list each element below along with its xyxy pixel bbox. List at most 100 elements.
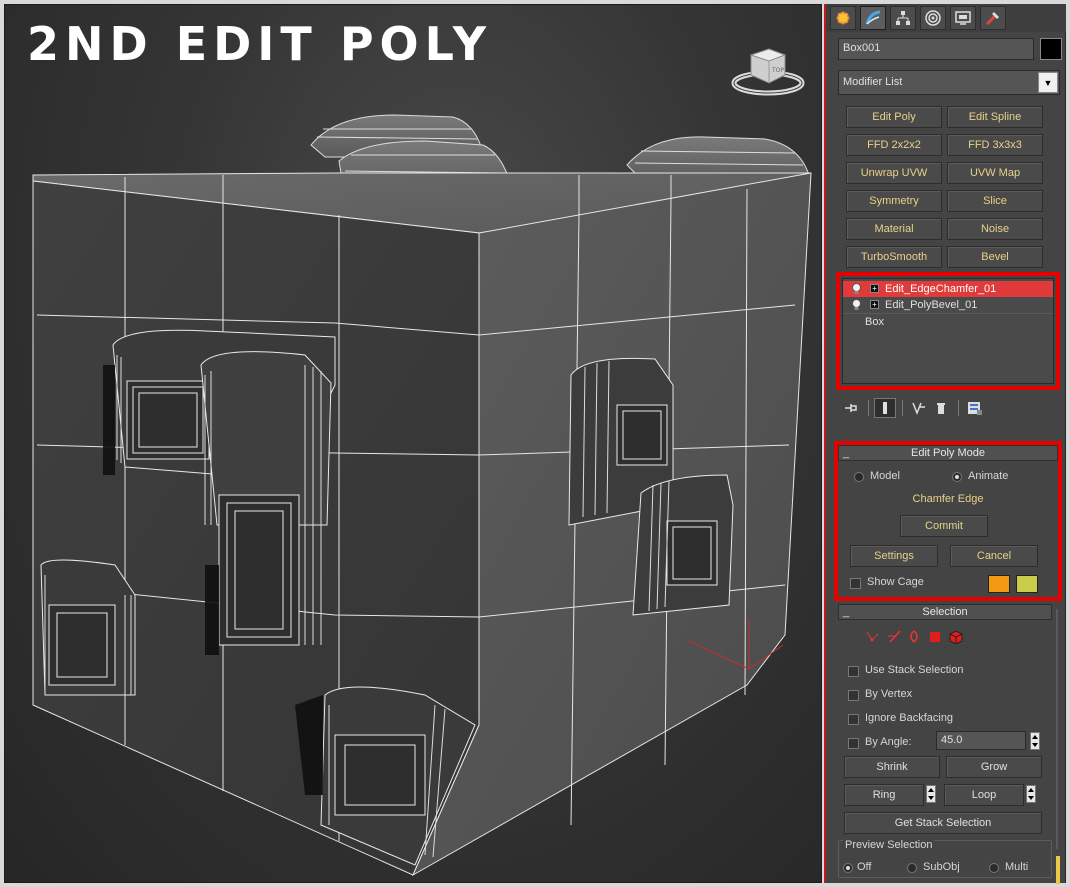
modifier-button-material[interactable]: Material bbox=[846, 218, 942, 240]
preview-off-radio[interactable] bbox=[843, 863, 853, 873]
ignore-backfacing-label: Ignore Backfacing bbox=[865, 712, 954, 724]
modifier-button-unwrap-uvw[interactable]: Unwrap UVW bbox=[846, 162, 942, 184]
modifier-button-slice[interactable]: Slice bbox=[947, 190, 1043, 212]
preview-multi-radio[interactable] bbox=[989, 863, 999, 873]
show-cage-label: Show Cage bbox=[867, 576, 924, 588]
stack-item-label: Box bbox=[865, 316, 884, 328]
display-icon bbox=[955, 11, 971, 25]
modify-icon bbox=[865, 10, 881, 25]
preview-subobj-radio[interactable] bbox=[907, 863, 917, 873]
get-stack-selection-button[interactable]: Get Stack Selection bbox=[844, 812, 1042, 834]
preview-selection-group: Preview Selection Off SubObj Multi bbox=[838, 839, 1052, 878]
stack-item-label: Edit_PolyBevel_01 bbox=[885, 299, 978, 311]
toolbar-separator bbox=[958, 400, 959, 416]
commit-button[interactable]: Commit bbox=[900, 515, 988, 537]
expand-plus-icon[interactable]: + bbox=[870, 284, 879, 293]
preview-selection-label: Preview Selection bbox=[843, 839, 935, 851]
modifier-button-edit-spline[interactable]: Edit Spline bbox=[947, 106, 1043, 128]
panel-scrollbar-thumb[interactable] bbox=[1056, 856, 1060, 884]
configure-modifier-sets-button[interactable] bbox=[964, 398, 986, 418]
rollout-title: Selection bbox=[922, 606, 968, 618]
modifier-list-label: Modifier List bbox=[843, 76, 903, 88]
stack-item-edit-edgechamfer[interactable]: + Edit_EdgeChamfer_01 bbox=[843, 281, 1053, 297]
lightbulb-icon[interactable] bbox=[851, 299, 862, 311]
animate-radio[interactable] bbox=[952, 472, 962, 482]
viewcube-icon[interactable]: TOP bbox=[731, 41, 805, 97]
modifier-button-uvw-map[interactable]: UVW Map bbox=[947, 162, 1043, 184]
preview-subobj-label: SubObj bbox=[923, 861, 960, 873]
collapse-icon: _ bbox=[843, 447, 850, 459]
by-angle-label: By Angle: bbox=[865, 736, 912, 748]
vertex-icon[interactable] bbox=[866, 631, 879, 642]
ring-button[interactable]: Ring bbox=[844, 784, 924, 806]
object-color-swatch[interactable] bbox=[1040, 38, 1062, 60]
modifier-button-edit-poly[interactable]: Edit Poly bbox=[846, 106, 942, 128]
edit-poly-mode-rollout: _ Edit Poly Mode Model Animate Chamfer E… bbox=[838, 445, 1058, 597]
make-unique-button[interactable] bbox=[908, 398, 930, 418]
expand-plus-icon[interactable]: + bbox=[870, 300, 879, 309]
perspective-viewport[interactable]: 2ND EDIT POLY TOP bbox=[4, 4, 822, 883]
by-angle-checkbox[interactable] bbox=[848, 738, 859, 749]
rollout-header-edit-poly-mode[interactable]: _ Edit Poly Mode bbox=[838, 445, 1058, 461]
stack-toolbar bbox=[840, 398, 1060, 418]
tab-hierarchy[interactable] bbox=[890, 6, 916, 30]
utilities-icon bbox=[985, 12, 999, 26]
modifier-button-turbosmooth[interactable]: TurboSmooth bbox=[846, 246, 942, 268]
preview-multi-label: Multi bbox=[1005, 861, 1029, 873]
settings-button[interactable]: Settings bbox=[850, 545, 938, 567]
trash-icon bbox=[937, 403, 945, 414]
rollout-title: Edit Poly Mode bbox=[911, 447, 985, 459]
border-icon[interactable] bbox=[910, 630, 918, 644]
by-vertex-checkbox[interactable] bbox=[848, 690, 859, 701]
configure-sets-icon bbox=[968, 402, 982, 415]
grow-button[interactable]: Grow bbox=[946, 756, 1042, 778]
rollout-header-selection[interactable]: _ Selection bbox=[838, 604, 1052, 620]
modifier-list-dropdown[interactable]: Modifier List ▼ bbox=[838, 70, 1060, 95]
command-panel-tabs bbox=[826, 4, 1066, 32]
tab-modify[interactable] bbox=[860, 6, 886, 30]
chevron-down-icon[interactable]: ▼ bbox=[1038, 72, 1058, 93]
tab-create[interactable] bbox=[830, 6, 856, 30]
ignore-backfacing-checkbox[interactable] bbox=[848, 714, 859, 725]
toolbar-separator bbox=[902, 400, 903, 416]
loop-button[interactable]: Loop bbox=[944, 784, 1024, 806]
modifier-button-bevel[interactable]: Bevel bbox=[947, 246, 1043, 268]
panel-scrollbar-track[interactable] bbox=[1056, 609, 1058, 849]
cage-color-swatch-1[interactable] bbox=[988, 575, 1010, 593]
show-cage-checkbox[interactable] bbox=[850, 578, 861, 589]
modifier-button-ffd-2x2x2[interactable]: FFD 2x2x2 bbox=[846, 134, 942, 156]
stack-item-box[interactable]: Box bbox=[843, 313, 1053, 329]
command-panel: Box001 Modifier List ▼ Edit Poly Edit Sp… bbox=[824, 4, 1066, 884]
tab-display[interactable] bbox=[950, 6, 976, 30]
pin-stack-button[interactable] bbox=[840, 398, 862, 418]
tab-motion[interactable] bbox=[920, 6, 946, 30]
edge-icon[interactable] bbox=[888, 630, 901, 643]
cage-color-swatch-2[interactable] bbox=[1016, 575, 1038, 593]
use-stack-selection-label: Use Stack Selection bbox=[865, 664, 964, 676]
show-end-result-button[interactable] bbox=[874, 398, 896, 418]
create-icon bbox=[836, 11, 850, 25]
by-vertex-label: By Vertex bbox=[865, 688, 913, 700]
element-icon[interactable] bbox=[949, 630, 963, 644]
viewport-title: 2ND EDIT POLY bbox=[27, 17, 493, 71]
cancel-button[interactable]: Cancel bbox=[950, 545, 1038, 567]
polygon-icon[interactable] bbox=[930, 632, 940, 642]
ring-spinner[interactable] bbox=[926, 785, 936, 803]
lightbulb-icon[interactable] bbox=[851, 283, 862, 295]
modifier-button-ffd-3x3x3[interactable]: FFD 3x3x3 bbox=[947, 134, 1043, 156]
by-angle-input[interactable]: 45.0 bbox=[936, 731, 1026, 750]
shrink-button[interactable]: Shrink bbox=[844, 756, 940, 778]
toolbar-separator bbox=[868, 400, 869, 416]
modifier-button-noise[interactable]: Noise bbox=[947, 218, 1043, 240]
modifier-button-symmetry[interactable]: Symmetry bbox=[846, 190, 942, 212]
remove-modifier-button[interactable] bbox=[930, 398, 952, 418]
collapse-icon: _ bbox=[843, 606, 850, 618]
by-angle-spinner[interactable] bbox=[1030, 732, 1040, 750]
preview-off-label: Off bbox=[857, 861, 872, 873]
tab-utilities[interactable] bbox=[980, 6, 1006, 30]
use-stack-selection-checkbox[interactable] bbox=[848, 666, 859, 677]
loop-spinner[interactable] bbox=[1026, 785, 1036, 803]
stack-item-edit-polybevel[interactable]: + Edit_PolyBevel_01 bbox=[843, 297, 1053, 313]
object-name-field[interactable]: Box001 bbox=[838, 38, 1034, 60]
model-radio[interactable] bbox=[854, 472, 864, 482]
